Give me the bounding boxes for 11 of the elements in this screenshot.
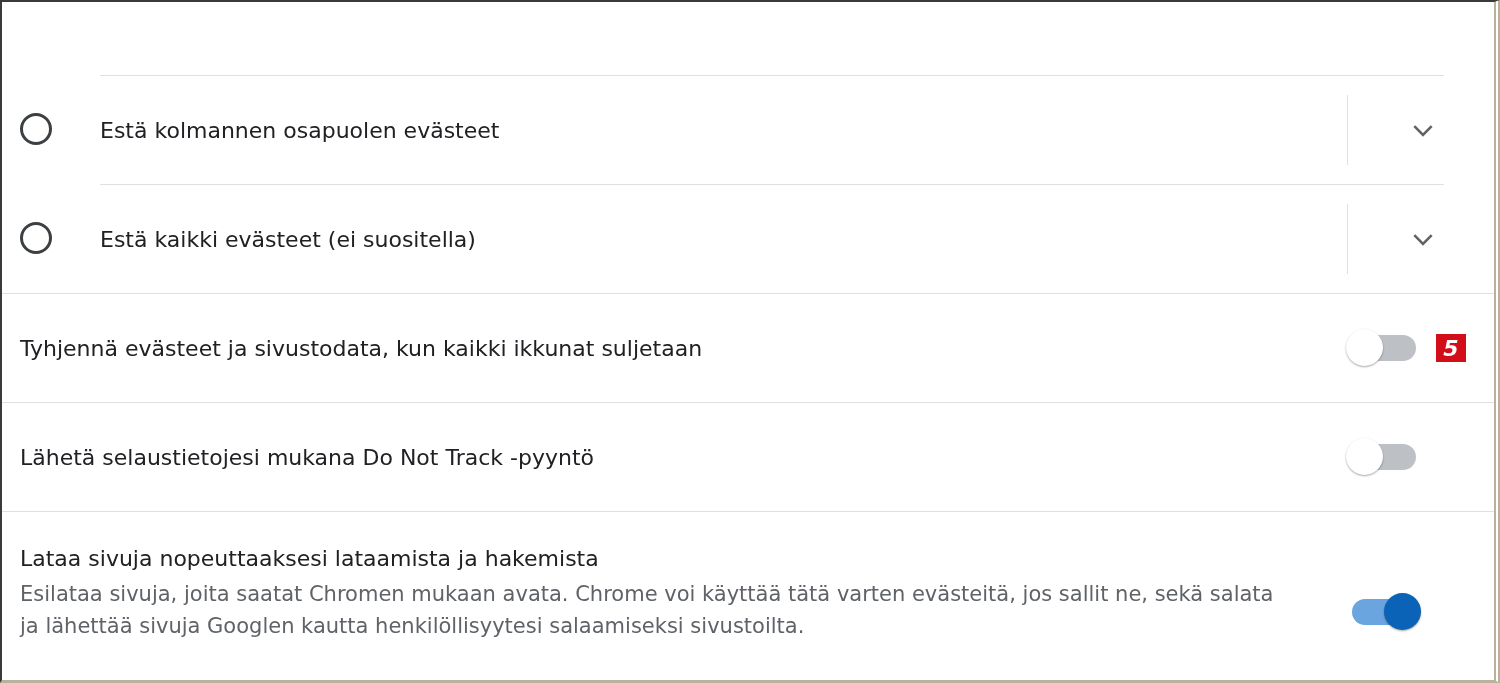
option-label: Estä kaikki evästeet (ei suositella) [100, 226, 477, 252]
setting-label: Lataa sivuja nopeuttaaksesi lataamista ja hakemista [20, 546, 600, 571]
setting-label: Tyhjennä evästeet ja sivustodata, kun kaikki ikkunat suljetaan [20, 335, 704, 361]
radio-button[interactable] [20, 222, 52, 254]
radio-button[interactable] [20, 113, 52, 145]
chevron-down-icon[interactable] [1412, 123, 1434, 137]
number-badge: 5 [1436, 334, 1466, 362]
option-label: Estä kolmannen osapuolen evästeet [100, 117, 501, 143]
chevron-down-icon[interactable] [1412, 232, 1434, 246]
setting-label: Lähetä selaustietojesi mukana Do Not Track -pyyntö [20, 444, 595, 470]
setting-description: Esilataa sivuja, joita saatat Chromen mukaan avata. Chrome voi käyttää tätä varten evästeitä, jos sallit ne, sekä salata ja lähettää sivuja Googlen kautta henkilöllisyytesi salaamiseksi sivustoilta. [20, 581, 1275, 640]
